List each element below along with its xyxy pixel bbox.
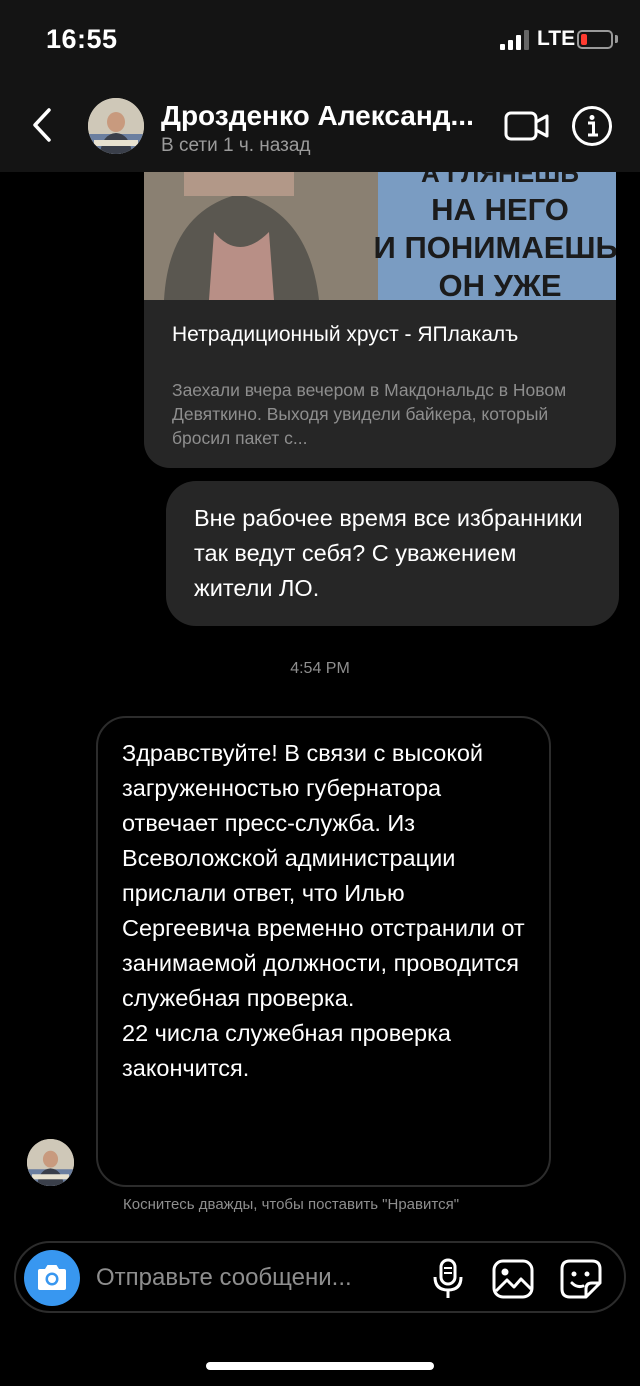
video-camera-icon [504, 111, 549, 141]
message-text: Вне рабочее время все избранники так вед… [194, 505, 583, 601]
sticker-button[interactable] [558, 1257, 604, 1301]
back-button[interactable] [22, 100, 62, 150]
message-composer [14, 1241, 626, 1313]
image-text-line: ОН УЖЕ [438, 268, 561, 300]
image-text-line: И ПОНИМАЕШЬ. [374, 230, 616, 265]
info-button[interactable] [571, 105, 613, 147]
battery-level [581, 34, 587, 45]
link-preview-description: Заехали вчера вечером в Макдональдс в Но… [172, 380, 567, 448]
contact-name[interactable]: Дрозденко Александ... [161, 100, 491, 132]
sticker-icon [560, 1259, 602, 1299]
battery-cap [615, 35, 618, 43]
link-preview-card[interactable]: А ГЛЯНЕШЬ НА НЕГО И ПОНИМАЕШЬ. ОН УЖЕ Не… [144, 172, 616, 468]
home-indicator[interactable] [206, 1362, 434, 1370]
message-paragraph: Здравствуйте! В связи с высокой загружен… [122, 740, 525, 1011]
video-call-button[interactable] [503, 108, 551, 144]
dm-screen: 16:55 LTE Дрозденко Александ... В сети 1… [0, 0, 640, 1386]
contact-photo [88, 98, 144, 154]
chevron-left-icon [33, 108, 51, 142]
message-timestamp: 4:54 PM [290, 660, 350, 677]
image-text-line: НА НЕГО [431, 192, 569, 227]
sender-photo [27, 1139, 74, 1186]
camera-icon [38, 1265, 66, 1290]
gallery-button[interactable] [490, 1257, 536, 1301]
message-input[interactable] [96, 1258, 411, 1298]
status-time: 16:55 [46, 24, 118, 54]
camera-button[interactable] [24, 1250, 80, 1306]
conversation-header: Дрозденко Александ... В сети 1 ч. назад [0, 80, 640, 172]
status-bar: 16:55 LTE [0, 0, 640, 80]
contact-status: В сети 1 ч. назад [161, 135, 311, 156]
double-tap-hint: Коснитесь дважды, чтобы поставить "Нрави… [123, 1196, 460, 1213]
link-preview-title: Нетрадиционный хруст - ЯПлакалъ [172, 323, 519, 346]
message-paragraph: 22 числа служебная проверка закончится. [122, 1020, 451, 1081]
signal-strength-icon [500, 30, 532, 50]
battery-icon [577, 30, 613, 49]
voice-message-button[interactable] [428, 1257, 468, 1301]
info-icon [572, 106, 612, 146]
image-text-line: А ГЛЯНЕШЬ [421, 172, 579, 188]
received-message-bubble[interactable]: Здравствуйте! В связи с высокой загружен… [96, 716, 551, 1187]
gallery-icon [492, 1259, 534, 1299]
link-preview-image: А ГЛЯНЕШЬ НА НЕГО И ПОНИМАЕШЬ. ОН УЖЕ [144, 172, 616, 300]
sent-message-bubble[interactable]: Вне рабочее время все избранники так вед… [166, 481, 619, 626]
contact-avatar[interactable] [88, 98, 144, 154]
microphone-icon [433, 1258, 463, 1298]
sender-avatar[interactable] [27, 1139, 74, 1186]
network-type: LTE [537, 27, 576, 50]
